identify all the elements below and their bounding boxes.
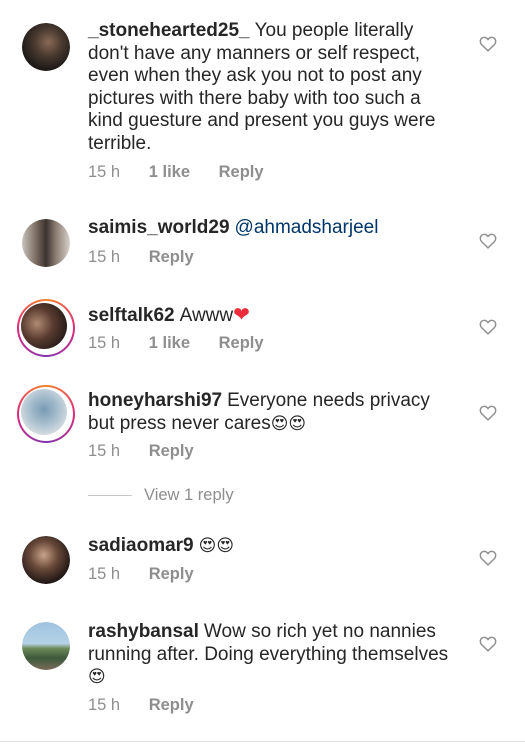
reply-button[interactable]: Reply	[149, 248, 194, 266]
bottom-divider	[0, 741, 525, 742]
heart-outline-icon[interactable]	[479, 233, 497, 249]
comment-time: 15 h	[88, 696, 121, 714]
avatar[interactable]	[22, 219, 70, 267]
comment-username[interactable]: rashybansal	[88, 621, 199, 642]
comment-time: 15 h	[88, 248, 121, 266]
reply-button[interactable]: Reply	[149, 442, 194, 460]
comment-time: 15 h	[88, 163, 121, 181]
heart-outline-icon[interactable]	[479, 319, 497, 335]
comment-meta: 15 h Reply	[88, 248, 218, 267]
avatar[interactable]	[22, 23, 70, 71]
heart-outline-icon[interactable]	[479, 405, 497, 421]
reply-button[interactable]: Reply	[149, 696, 194, 714]
heart-outline-icon[interactable]	[479, 550, 497, 566]
comments-feed: _stonehearted25_ You people literally don…	[0, 0, 525, 744]
comment-body: saimis_world29 @ahmadsharjeel	[88, 217, 458, 240]
heart-eyes-emoji: 😍😍	[198, 536, 235, 556]
heart-emoji: ❤	[233, 302, 250, 326]
comment-meta: 15 h Reply	[88, 696, 218, 715]
reply-button[interactable]: Reply	[219, 163, 264, 181]
comment-text: Awww	[179, 305, 234, 326]
avatar-story-ring[interactable]	[17, 385, 75, 443]
avatar-story-ring[interactable]	[17, 299, 75, 357]
view-replies-button[interactable]: View 1 reply	[88, 486, 234, 505]
comment-body: rashybansal Wow so rich yet no nannies ru…	[88, 621, 458, 689]
heart-eyes-emoji: 😍	[88, 667, 106, 687]
avatar[interactable]	[22, 622, 70, 670]
comment-likes[interactable]: 1 like	[149, 163, 190, 181]
comment-meta: 15 h Reply	[88, 565, 218, 584]
comment-body: selftalk62 Awww❤	[88, 303, 458, 328]
comment-username[interactable]: saimis_world29	[88, 217, 230, 238]
comment-username[interactable]: _stonehearted25_	[88, 20, 250, 41]
comment-username[interactable]: honeyharshi97	[88, 390, 222, 411]
heart-outline-icon[interactable]	[479, 636, 497, 652]
comment-username[interactable]: selftalk62	[88, 305, 175, 326]
reply-button[interactable]: Reply	[219, 334, 264, 352]
comment-time: 15 h	[88, 334, 121, 352]
reply-button[interactable]: Reply	[149, 565, 194, 583]
heart-eyes-emoji: 😍😍	[270, 413, 307, 434]
comment-body: sadiaomar9 😍😍	[88, 535, 458, 558]
comment-body: honeyharshi97 Everyone needs privacy but …	[88, 390, 458, 435]
comment-time: 15 h	[88, 565, 121, 583]
comment-likes[interactable]: 1 like	[149, 334, 190, 352]
comment-time: 15 h	[88, 442, 121, 460]
avatar[interactable]	[22, 536, 70, 584]
view-replies-label[interactable]: View 1 reply	[144, 486, 234, 504]
comment-meta: 15 h 1 like Reply	[88, 163, 288, 182]
heart-outline-icon[interactable]	[479, 36, 497, 52]
comment-username[interactable]: sadiaomar9	[88, 535, 194, 556]
comment-meta: 15 h 1 like Reply	[88, 334, 288, 353]
comment-meta: 15 h Reply	[88, 442, 218, 461]
comment-body: _stonehearted25_ You people literally don…	[88, 20, 458, 155]
mention-link[interactable]: @ahmadsharjeel	[235, 217, 379, 238]
replies-divider	[88, 495, 132, 497]
